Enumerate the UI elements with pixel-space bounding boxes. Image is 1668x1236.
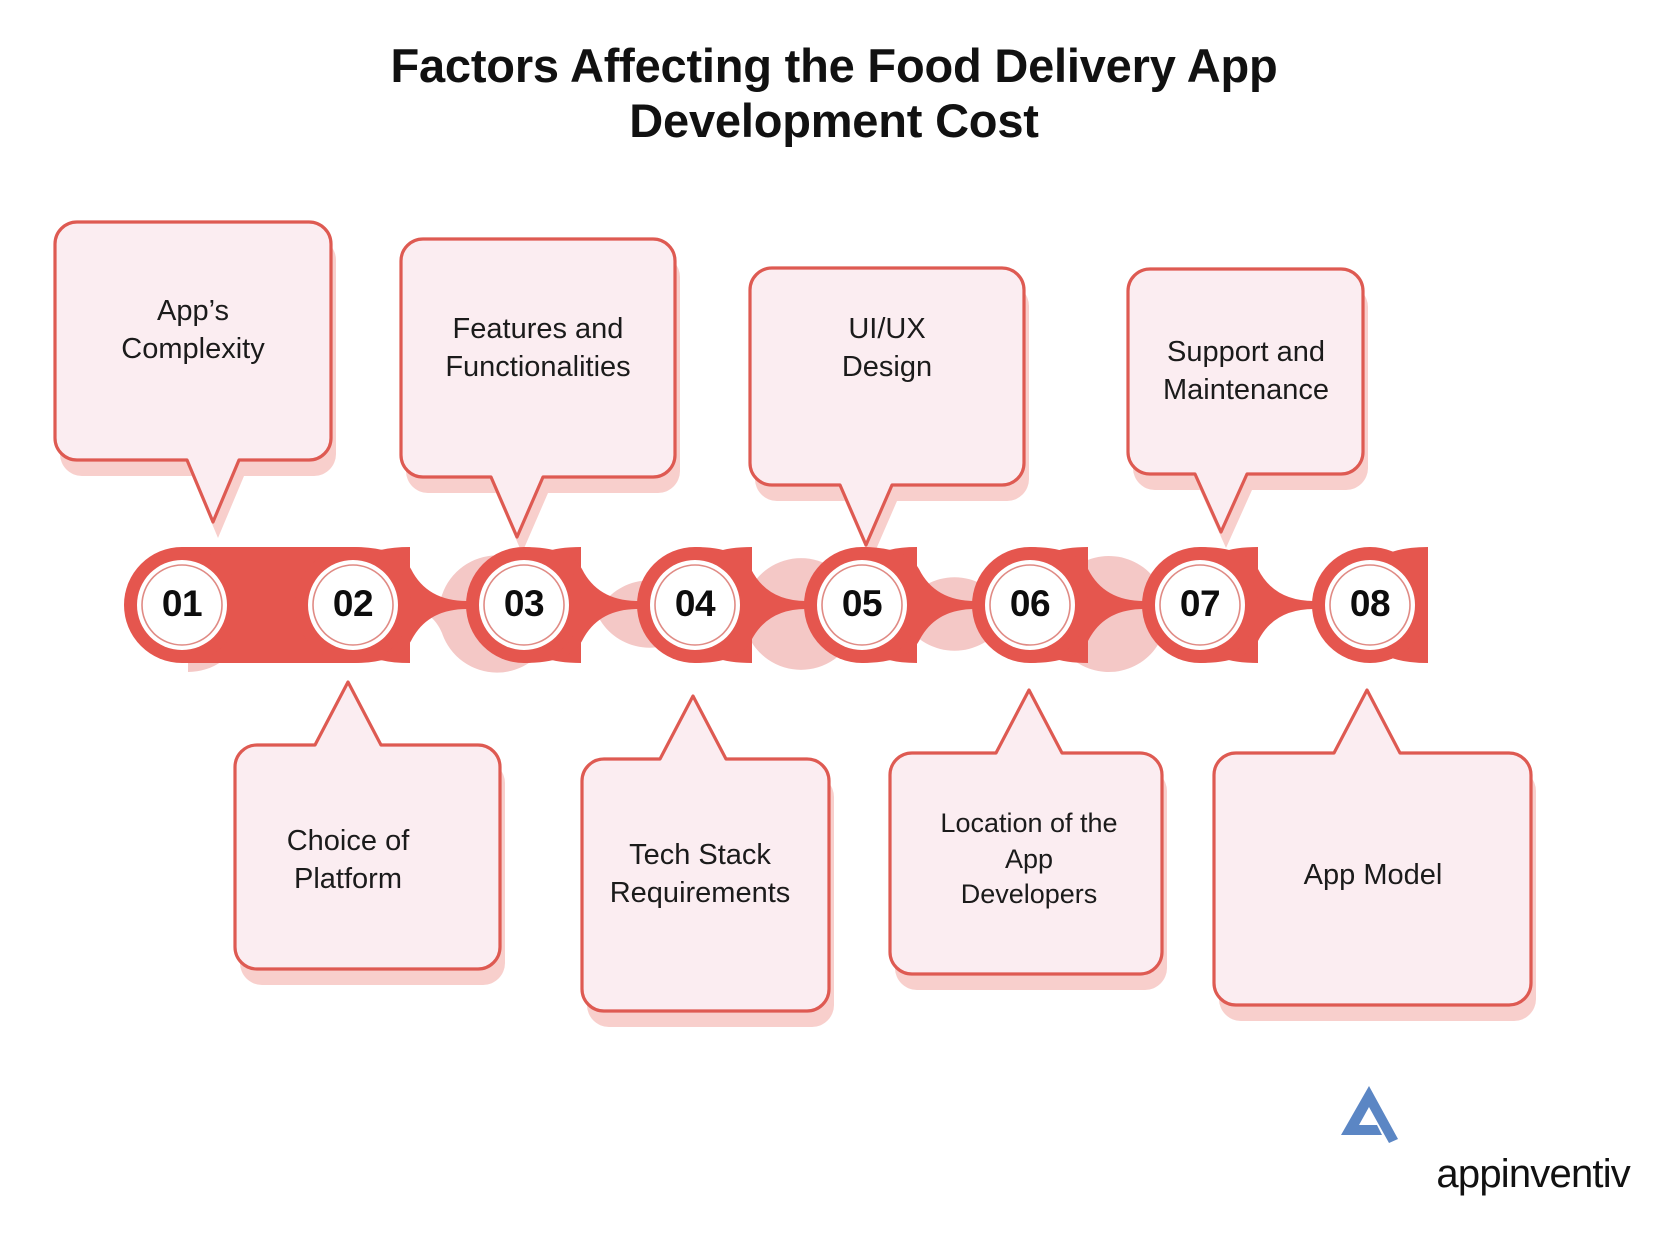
chain-number-08[interactable]: 08 <box>1320 583 1420 625</box>
callout-bottom-06[interactable] <box>888 688 1167 990</box>
callout-top-01[interactable] <box>53 220 336 538</box>
callout-body <box>53 220 333 524</box>
callout-bottom-04[interactable] <box>580 694 834 1027</box>
chain-number-04[interactable]: 04 <box>645 583 745 625</box>
chain-number-01[interactable]: 01 <box>132 583 232 625</box>
appinventiv-logo[interactable]: appinventiv <box>1368 1154 1630 1194</box>
callout-body <box>580 694 831 1013</box>
chain-number-07[interactable]: 07 <box>1150 583 1250 625</box>
chain-number-05[interactable]: 05 <box>812 583 912 625</box>
infographic-canvas: Factors Affecting the Food Delivery App … <box>0 0 1668 1236</box>
callout-body <box>888 688 1164 976</box>
callout-top-05[interactable] <box>748 266 1029 561</box>
callout-bottom-08[interactable] <box>1212 688 1536 1021</box>
chain-number-02[interactable]: 02 <box>303 583 403 625</box>
chain-number-03[interactable]: 03 <box>474 583 574 625</box>
chain-number-06[interactable]: 06 <box>980 583 1080 625</box>
appinventiv-logo-text: appinventiv <box>1436 1152 1630 1196</box>
callout-top-07[interactable] <box>1126 267 1368 548</box>
appinventiv-logo-mark <box>1341 1086 1398 1143</box>
callout-top-03[interactable] <box>399 237 680 553</box>
callout-body <box>1212 688 1533 1007</box>
callout-bottom-02[interactable] <box>233 680 505 985</box>
callout-body <box>233 680 502 971</box>
